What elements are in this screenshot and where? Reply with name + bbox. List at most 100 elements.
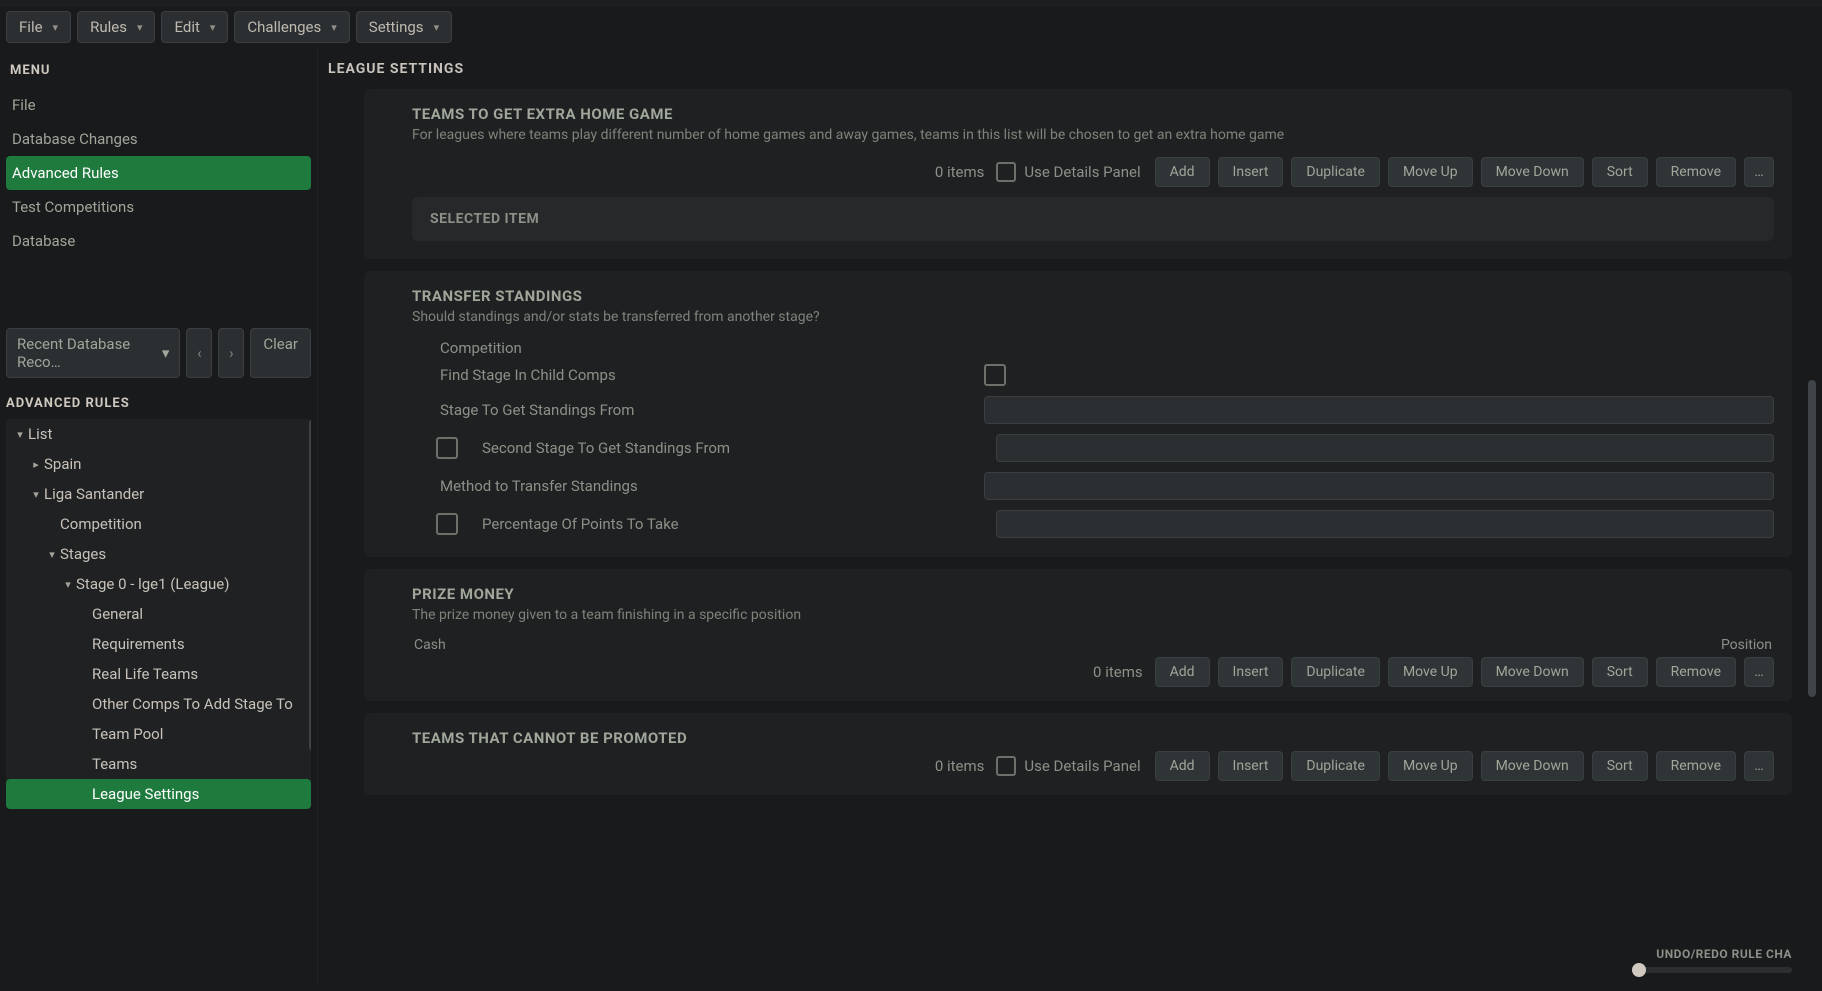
expand-icon[interactable]: ▸ [28,458,44,471]
sidebar-item-database-changes[interactable]: Database Changes [6,122,311,156]
section-heading: TEAMS THAT CANNOT BE PROMOTED [412,729,1774,747]
menu-edit[interactable]: Edit▾ [161,11,228,43]
menu-settings[interactable]: Settings▾ [356,11,452,43]
tree-node[interactable]: Real Life Teams [6,659,311,689]
tree-node[interactable]: ▾Stages [6,539,311,569]
tree-node[interactable]: Team Pool [6,719,311,749]
sort-button[interactable]: Sort [1592,157,1648,187]
field-row: Stage To Get Standings From [412,391,1774,429]
tree-node[interactable]: Competition [6,509,311,539]
section-heading: PRIZE MONEY [412,585,1774,603]
field-enable-checkbox[interactable] [436,513,458,535]
chevron-down-icon: ▾ [162,344,170,362]
selected-item-heading: SELECTED ITEM [412,197,1774,241]
menu-label: File [19,18,43,36]
more-button[interactable]: … [1744,657,1774,687]
menu-file[interactable]: File▾ [6,11,71,43]
menubar: File▾Rules▾Edit▾Challenges▾Settings▾ [0,7,1822,47]
checkbox-label: Use Details Panel [1024,163,1140,181]
chevron-down-icon: ▾ [210,21,216,34]
field-label: Percentage Of Points To Take [482,515,984,533]
chevron-down-icon: ▾ [137,21,143,34]
checkbox-icon [996,162,1016,182]
move-up-button[interactable]: Move Up [1388,657,1473,687]
sidebar-item-database[interactable]: Database [6,224,311,258]
expand-icon[interactable]: ▾ [28,488,44,501]
more-button[interactable]: … [1744,751,1774,781]
field-select[interactable] [984,396,1774,424]
sidebar-item-test-competitions[interactable]: Test Competitions [6,190,311,224]
expand-icon[interactable]: ▾ [44,548,60,561]
menu-label: Rules [90,18,127,36]
tree-node[interactable]: General [6,599,311,629]
main-scrollbar[interactable] [1806,87,1816,923]
field-row: Second Stage To Get Standings From [412,429,1774,467]
use-details-panel-checkbox[interactable]: Use Details Panel [996,756,1140,776]
undo-redo-bar: UNDO/REDO RULE CHA [1632,947,1792,973]
tree-node[interactable]: League Settings [6,779,311,809]
more-button[interactable]: … [1744,157,1774,187]
field-select[interactable] [984,472,1774,500]
use-details-panel-checkbox[interactable]: Use Details Panel [996,162,1140,182]
items-count: 0 items [1093,663,1143,681]
remove-button[interactable]: Remove [1656,751,1736,781]
insert-button[interactable]: Insert [1218,157,1284,187]
page-title: LEAGUE SETTINGS [328,57,1822,89]
move-down-button[interactable]: Move Down [1481,157,1584,187]
expand-icon[interactable]: ▾ [60,578,76,591]
section-heading: TEAMS TO GET EXTRA HOME GAME [412,105,1774,123]
tree-label: Teams [92,755,137,773]
tree-label: Other Comps To Add Stage To [92,695,293,713]
tree-node[interactable]: Requirements [6,629,311,659]
duplicate-button[interactable]: Duplicate [1291,157,1380,187]
remove-button[interactable]: Remove [1656,657,1736,687]
section-heading: TRANSFER STANDINGS [412,287,1774,305]
field-select[interactable] [996,510,1774,538]
insert-button[interactable]: Insert [1218,751,1284,781]
expand-icon[interactable]: ▾ [12,428,28,441]
move-up-button[interactable]: Move Up [1388,157,1473,187]
tree-node[interactable]: ▾List [6,419,311,449]
menu-challenges[interactable]: Challenges▾ [234,11,349,43]
field-select[interactable] [996,434,1774,462]
tree-node[interactable]: ▾Liga Santander [6,479,311,509]
tree-node[interactable]: Other Comps To Add Stage To [6,689,311,719]
duplicate-button[interactable]: Duplicate [1291,657,1380,687]
items-count: 0 items [935,757,985,775]
checkbox-icon [996,756,1016,776]
checkbox-label: Use Details Panel [1024,757,1140,775]
insert-button[interactable]: Insert [1218,657,1284,687]
add-button[interactable]: Add [1155,751,1210,781]
duplicate-button[interactable]: Duplicate [1291,751,1380,781]
recent-prev-button[interactable]: ‹ [186,328,212,378]
field-checkbox[interactable] [984,364,1006,386]
recent-next-button[interactable]: › [218,328,244,378]
sort-button[interactable]: Sort [1592,657,1648,687]
remove-button[interactable]: Remove [1656,157,1736,187]
recent-database-select[interactable]: Recent Database Reco… ▾ [6,328,180,378]
sidebar-item-file[interactable]: File [6,88,311,122]
move-down-button[interactable]: Move Down [1481,657,1584,687]
move-down-button[interactable]: Move Down [1481,751,1584,781]
sort-button[interactable]: Sort [1592,751,1648,781]
add-button[interactable]: Add [1155,657,1210,687]
add-button[interactable]: Add [1155,157,1210,187]
tree-node[interactable]: ▸Spain [6,449,311,479]
sidebar-item-advanced-rules[interactable]: Advanced Rules [6,156,311,190]
clear-button[interactable]: Clear [250,328,311,378]
tree-node[interactable]: ▾Stage 0 - lge1 (League) [6,569,311,599]
tree-scrollbar[interactable] [307,419,311,973]
move-up-button[interactable]: Move Up [1388,751,1473,781]
menu-label: Challenges [247,18,321,36]
tree-label: Liga Santander [44,485,144,503]
sidebar: MENU FileDatabase ChangesAdvanced RulesT… [0,47,318,983]
tree-label: List [28,425,52,443]
menu-rules[interactable]: Rules ▾ [77,11,155,43]
tree-node[interactable]: Teams [6,749,311,779]
chevron-down-icon: ▾ [434,21,440,34]
recent-database-label: Recent Database Reco… [17,335,162,371]
field-enable-checkbox[interactable] [436,437,458,459]
undo-redo-slider[interactable] [1632,967,1792,973]
column-position: Position [1721,637,1772,653]
menu-heading: MENU [6,57,311,88]
